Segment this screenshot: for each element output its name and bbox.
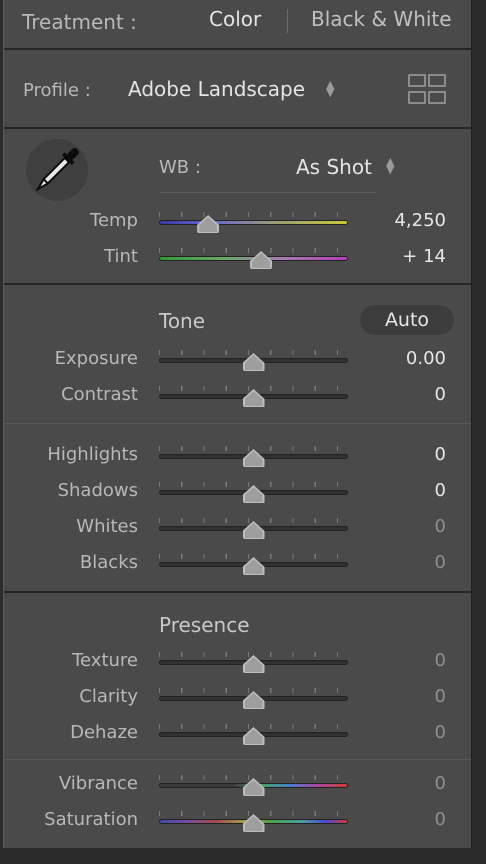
blacks-value[interactable]: 0 <box>354 552 446 573</box>
basic-panel: Treatment : Color Black & White Profile … <box>3 0 472 848</box>
texture-value[interactable]: 0 <box>354 650 446 671</box>
tint-slider[interactable] <box>159 248 348 268</box>
clarity-value[interactable]: 0 <box>354 686 446 707</box>
divider <box>4 48 471 50</box>
whites-value[interactable]: 0 <box>354 516 446 537</box>
saturation-label: Saturation <box>44 809 138 830</box>
divider <box>4 283 471 285</box>
presence-title: Presence <box>159 613 250 637</box>
shadows-label: Shadows <box>57 480 138 501</box>
tint-label: Tint <box>104 246 138 267</box>
temp-value[interactable]: 4,250 <box>354 210 446 231</box>
wb-updown-icon[interactable]: ▲ ▼ <box>386 156 394 175</box>
vibrance-slider[interactable] <box>159 775 348 795</box>
exposure-label: Exposure <box>54 348 138 369</box>
shadows-value[interactable]: 0 <box>354 480 446 501</box>
dehaze-value[interactable]: 0 <box>354 722 446 743</box>
profile-browser-grid-icon[interactable] <box>408 74 448 106</box>
clarity-slider[interactable] <box>159 688 348 708</box>
saturation-value[interactable]: 0 <box>354 809 446 830</box>
highlights-label: Highlights <box>47 444 138 465</box>
wb-select[interactable]: As Shot <box>296 155 372 179</box>
contrast-value[interactable]: 0 <box>354 384 446 405</box>
dehaze-slider[interactable] <box>159 724 348 744</box>
texture-label: Texture <box>72 650 138 671</box>
highlights-slider[interactable] <box>159 446 348 466</box>
profile-updown-icon[interactable]: ▲ ▼ <box>326 79 334 98</box>
profile-label: Profile : <box>23 80 91 101</box>
vibrance-label: Vibrance <box>58 773 138 794</box>
blacks-label: Blacks <box>79 552 138 573</box>
saturation-slider[interactable] <box>159 811 348 831</box>
divider <box>4 127 471 129</box>
wb-label: WB : <box>159 157 201 178</box>
highlights-value[interactable]: 0 <box>354 444 446 465</box>
blacks-slider[interactable] <box>159 554 348 574</box>
treatment-divider <box>287 9 288 33</box>
treatment-label: Treatment : <box>22 10 137 34</box>
temp-label: Temp <box>90 210 138 231</box>
shadows-slider[interactable] <box>159 482 348 502</box>
auto-button[interactable]: Auto <box>360 305 454 335</box>
contrast-slider[interactable] <box>159 386 348 406</box>
divider <box>4 423 471 424</box>
divider <box>4 591 471 593</box>
contrast-label: Contrast <box>61 384 138 405</box>
tone-title: Tone <box>159 309 206 333</box>
vibrance-value[interactable]: 0 <box>354 773 446 794</box>
exposure-slider[interactable] <box>159 350 348 370</box>
wb-underline <box>160 192 376 193</box>
divider <box>4 759 471 760</box>
profile-select[interactable]: Adobe Landscape <box>128 77 305 101</box>
texture-slider[interactable] <box>159 652 348 672</box>
whites-slider[interactable] <box>159 518 348 538</box>
clarity-label: Clarity <box>79 686 138 707</box>
temp-slider[interactable] <box>159 212 348 232</box>
exposure-value[interactable]: 0.00 <box>354 348 446 369</box>
eyedropper-icon[interactable] <box>26 139 88 201</box>
tint-value[interactable]: + 14 <box>354 246 446 267</box>
dehaze-label: Dehaze <box>70 722 138 743</box>
treatment-color-option[interactable]: Color <box>209 7 261 31</box>
whites-label: Whites <box>76 516 138 537</box>
treatment-black-white-option[interactable]: Black & White <box>311 7 452 31</box>
